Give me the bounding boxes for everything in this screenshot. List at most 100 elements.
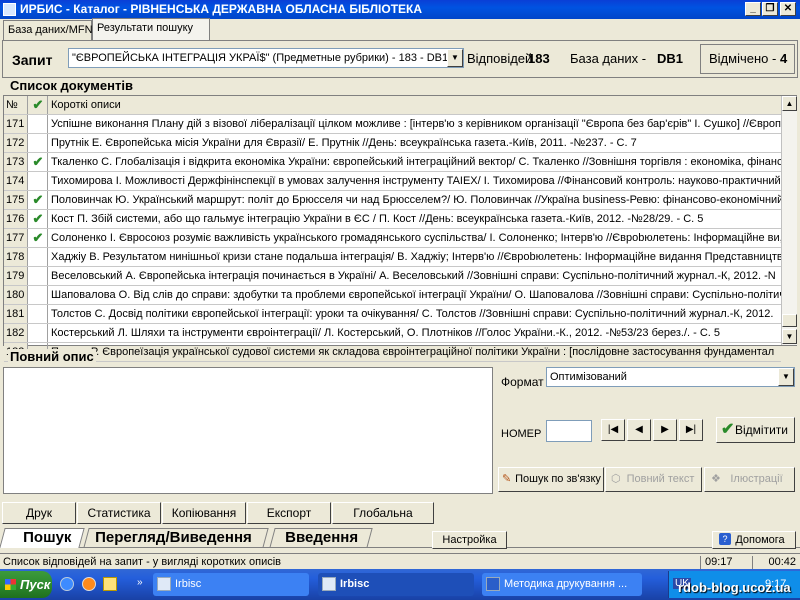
list-item[interactable]: 172 Прутнік Е. Європейська місія України … bbox=[4, 134, 781, 153]
row-number: 172 bbox=[4, 134, 28, 152]
list-item[interactable]: 181 Толстов С. Досвід політики європейськ… bbox=[4, 305, 781, 324]
row-number: 178 bbox=[4, 248, 28, 266]
help-icon: ? bbox=[719, 533, 731, 545]
tab-input[interactable]: Введення bbox=[269, 528, 373, 548]
row-number: 176 bbox=[4, 210, 28, 228]
list-item[interactable]: 183Петров Р. Європеїзація української су… bbox=[4, 343, 781, 362]
task-word-doc[interactable]: Методика друкування ... bbox=[482, 573, 642, 596]
status-time-1: 09:17 bbox=[700, 556, 750, 569]
row-checkbox[interactable] bbox=[29, 248, 48, 266]
row-checkbox[interactable] bbox=[29, 267, 48, 285]
row-description: Веселовський А. Європейська інтеграція п… bbox=[51, 270, 776, 282]
row-number: 182 bbox=[4, 324, 28, 342]
list-item[interactable]: 180 Шаповалова О. Від слів до справи: здо… bbox=[4, 286, 781, 305]
list-item[interactable]: 173 ✔ Ткаленко С. Глобалізація і відкрита … bbox=[4, 153, 781, 172]
last-record-icon[interactable]: ▶| bbox=[679, 419, 703, 441]
row-description: Толстов С. Досвід політики європейської … bbox=[51, 308, 774, 320]
link-search-button[interactable]: ✎ Пошук по зв'язку bbox=[498, 467, 604, 492]
format-select[interactable]: Оптимізований bbox=[546, 367, 795, 387]
row-checkbox[interactable] bbox=[29, 115, 48, 133]
col-num-header[interactable]: № bbox=[4, 96, 28, 114]
copy-button[interactable]: Копіювання bbox=[162, 502, 246, 524]
close-button[interactable]: ✕ bbox=[780, 2, 796, 16]
chevron-down-icon[interactable]: ▼ bbox=[447, 49, 463, 67]
start-button[interactable]: Пуск bbox=[0, 571, 52, 598]
mark-button[interactable]: ✔ Відмітити bbox=[716, 417, 795, 443]
maximize-button[interactable]: ❐ bbox=[762, 2, 778, 16]
marked-box: Відмічено - 4 bbox=[700, 44, 795, 74]
first-record-icon[interactable]: |◀ bbox=[601, 419, 625, 441]
check-icon[interactable]: ✔ bbox=[29, 191, 48, 209]
print-button[interactable]: Друк bbox=[2, 502, 76, 524]
row-description: Тихомирова І. Можливості Держфінінспекці… bbox=[51, 175, 781, 187]
row-description: Петров Р. Європеїзація української судов… bbox=[51, 346, 775, 358]
statistics-button[interactable]: Статистика bbox=[77, 502, 161, 524]
check-icon[interactable]: ✔ bbox=[29, 229, 48, 247]
minimize-button[interactable]: _ bbox=[745, 2, 761, 16]
ie-icon[interactable] bbox=[60, 577, 74, 591]
row-checkbox[interactable] bbox=[29, 172, 48, 190]
row-checkbox[interactable] bbox=[29, 324, 48, 342]
col-desc-header[interactable]: Короткі описи bbox=[51, 99, 121, 111]
firefox-icon[interactable] bbox=[82, 577, 96, 591]
prev-record-icon[interactable]: ◀ bbox=[627, 419, 651, 441]
next-record-icon[interactable]: ▶ bbox=[653, 419, 677, 441]
full-text-button[interactable]: ⬡ Повний текст bbox=[605, 467, 702, 492]
help-button[interactable]: ? Допомога bbox=[712, 531, 796, 549]
full-desc-text[interactable] bbox=[3, 367, 493, 494]
row-description: Кост П. Збій системи, або що гальмує інт… bbox=[51, 213, 704, 225]
folder-icon[interactable] bbox=[103, 577, 117, 591]
row-checkbox[interactable] bbox=[29, 305, 48, 323]
query-label: Запит bbox=[12, 52, 53, 68]
status-time-2: 00:42 bbox=[752, 556, 800, 569]
list-item[interactable]: 176 ✔ Кост П. Збій системи, або що гальмує… bbox=[4, 210, 781, 229]
query-select[interactable]: "ЄВРОПЕЙСЬКА ІНТЕГРАЦІЯ УКРАЇ$" (Предмет… bbox=[68, 48, 464, 68]
row-number: 171 bbox=[4, 115, 28, 133]
image-icon: ❖ bbox=[711, 473, 721, 485]
row-number: 177 bbox=[4, 229, 28, 247]
row-description: Хаджіу В. Результатом нинішньої кризи ст… bbox=[51, 251, 781, 263]
list-item[interactable]: 177 ✔ Солоненко І. Євросоюз розуміє важлив… bbox=[4, 229, 781, 248]
marked-label: Відмічено - bbox=[709, 51, 777, 66]
row-checkbox[interactable] bbox=[29, 286, 48, 304]
tab-view-output[interactable]: Перегляд/Виведення bbox=[83, 528, 269, 548]
check-icon[interactable]: ✔ bbox=[29, 96, 48, 114]
app-icon bbox=[3, 3, 16, 16]
task-irbisc-2[interactable]: Irbisc bbox=[318, 573, 474, 596]
tab-search-results[interactable]: Результати пошуку bbox=[92, 18, 210, 41]
list-item[interactable]: 174 Тихомирова І. Можливості Держфінінспе… bbox=[4, 172, 781, 191]
global-button[interactable]: Глобальна bbox=[332, 502, 434, 524]
illustrations-button[interactable]: ❖ Ілюстрації bbox=[704, 467, 795, 492]
results-label: Відповідей bbox=[467, 51, 533, 66]
list-scrollbar[interactable]: ▲ ▼ bbox=[781, 96, 797, 345]
settings-button[interactable]: Настройка bbox=[432, 531, 507, 549]
list-item[interactable]: 175 ✔ Половинчак Ю. Український маршрут: п… bbox=[4, 191, 781, 210]
chevron-right-icon[interactable]: » bbox=[137, 577, 143, 588]
scroll-thumb[interactable] bbox=[782, 314, 797, 327]
list-item[interactable]: 179 Веселовський А. Європейська інтеграці… bbox=[4, 267, 781, 286]
export-button[interactable]: Експорт bbox=[247, 502, 331, 524]
format-label: Формат bbox=[501, 375, 544, 389]
document-list: № ✔ Короткі описи 171 Успішне виконання П… bbox=[3, 95, 797, 362]
check-icon[interactable]: ✔ bbox=[29, 210, 48, 228]
scroll-up-icon[interactable]: ▲ bbox=[782, 96, 797, 111]
db-value: DB1 bbox=[657, 51, 684, 66]
status-bar: Список відповідей на запит - у вигляді к… bbox=[0, 553, 800, 569]
window-title: ИРБИС - Каталог - РІВНЕНСЬКА ДЕРЖАВНА ОБ… bbox=[20, 2, 423, 16]
list-item[interactable]: 178 Хаджіу В. Результатом нинішньої кризи… bbox=[4, 248, 781, 267]
nomer-input[interactable] bbox=[546, 420, 592, 442]
results-count: 183 bbox=[528, 51, 550, 66]
row-number: 173 bbox=[4, 153, 28, 171]
full-desc-title: Повний опис bbox=[8, 349, 96, 364]
tab-search[interactable]: Пошук bbox=[0, 528, 85, 548]
task-irbisc-1[interactable]: Irbisc bbox=[153, 573, 309, 596]
row-description: Костерський Л. Шляхи та інструменти євро… bbox=[51, 327, 721, 339]
check-icon[interactable]: ✔ bbox=[29, 153, 48, 171]
tab-database-mfn[interactable]: База даних/MFN bbox=[3, 20, 93, 40]
window-icon bbox=[322, 577, 336, 591]
list-item[interactable]: 171 Успішне виконання Плану дій з візової… bbox=[4, 115, 781, 134]
row-checkbox[interactable] bbox=[29, 134, 48, 152]
scroll-down-icon[interactable]: ▼ bbox=[782, 329, 797, 344]
chevron-down-icon[interactable]: ▼ bbox=[778, 368, 794, 386]
list-item[interactable]: 182 Костерський Л. Шляхи та інструменти є… bbox=[4, 324, 781, 343]
